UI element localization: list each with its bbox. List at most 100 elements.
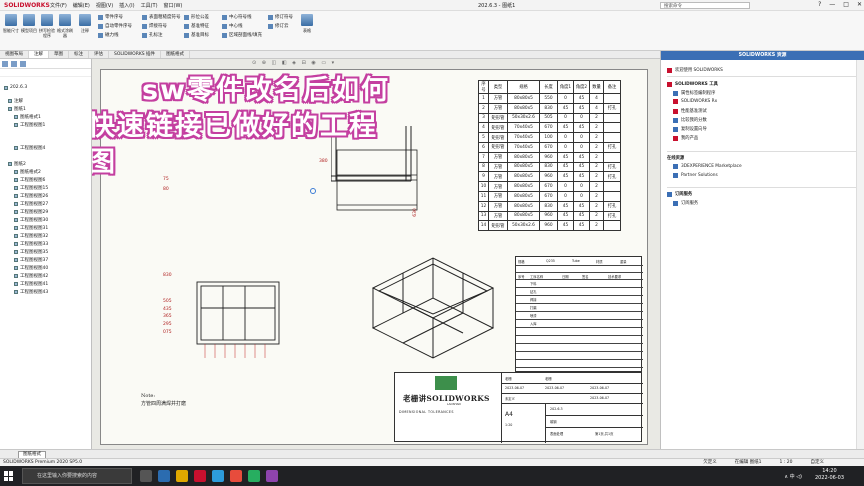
- dim-side-435[interactable]: 435: [163, 307, 172, 312]
- tree-item-view35[interactable]: 工程图视图35: [14, 249, 48, 255]
- tree-item-view40[interactable]: 工程图视图40: [14, 265, 48, 271]
- dim-side-365[interactable]: 365: [163, 314, 172, 319]
- graphics-area[interactable]: ⊙ ⊕ ◫ ◧ ◈ ⊟ ◉ ▭ ▾ 75 80 380 630 830 505 …: [92, 59, 660, 449]
- cut-list-table[interactable]: 序号 类型 规格 长度 角度1 角度2 数量 备注 1 方管 80x80x5 550 0…: [478, 80, 621, 232]
- balloon-button[interactable]: 零件序号: [98, 13, 132, 22]
- format-painter-button[interactable]: 格式涂刷器: [56, 14, 74, 38]
- tables-button[interactable]: 表格: [298, 14, 316, 33]
- configuration-icon[interactable]: [20, 61, 26, 67]
- tab-markup[interactable]: 标注: [69, 51, 89, 58]
- menu-window[interactable]: 窗口(W): [164, 2, 183, 9]
- tree-item-view27[interactable]: 工程图视图27: [14, 201, 48, 207]
- tree-item-root[interactable]: 202.6.3: [4, 85, 27, 90]
- dim-front-right[interactable]: 630: [413, 208, 418, 217]
- minimize-icon[interactable]: —: [829, 1, 835, 8]
- app-icon[interactable]: [248, 470, 260, 482]
- note-button[interactable]: 注释: [76, 14, 94, 33]
- tab-view-layout[interactable]: 视图布局: [0, 51, 29, 58]
- system-tray[interactable]: ∧ 中 ◁): [784, 473, 802, 480]
- tree-item-view31[interactable]: 工程图视图31: [14, 225, 48, 231]
- taskbar-search-input[interactable]: 在这里输入你要搜索的内容: [22, 468, 132, 484]
- tree-item-annotations[interactable]: 注解: [8, 98, 23, 104]
- menu-file[interactable]: 文件(F): [50, 2, 67, 9]
- center-mark-button[interactable]: 中心符号线: [222, 13, 262, 22]
- centerline-button[interactable]: 中心线: [222, 22, 262, 31]
- dim-side-505[interactable]: 505: [163, 299, 172, 304]
- auto-balloon-button[interactable]: 自动零件序号: [98, 22, 132, 31]
- tree-item-view33[interactable]: 工程图视图33: [14, 241, 48, 247]
- tab-sheet-format[interactable]: 图纸格式: [161, 51, 191, 58]
- tree-item-view41[interactable]: 工程图视图41: [14, 281, 48, 287]
- title-block[interactable]: 老栅讲SOLIDWORKS LAOSHAN DIMENSIONAL TOLERA…: [394, 372, 643, 443]
- solidworks-taskbar-icon[interactable]: [194, 470, 206, 482]
- tree-item-view43[interactable]: 工程图视图43: [14, 289, 48, 295]
- tree-item-sheet-format2[interactable]: 图纸格式2: [14, 169, 41, 175]
- help-icon[interactable]: ?: [818, 1, 821, 8]
- tree-item-view1[interactable]: 工程图视图1: [14, 122, 45, 128]
- area-hatch-button[interactable]: 区域剖面线/填充: [222, 31, 262, 40]
- tp-compare-score[interactable]: 比较我的分数: [673, 117, 707, 123]
- menu-tools[interactable]: 工具(T): [141, 2, 158, 9]
- task-pane-tab-strip[interactable]: [856, 60, 864, 449]
- menu-insert[interactable]: 插入(I): [119, 2, 134, 9]
- revision-cloud-button[interactable]: 修订云: [268, 22, 293, 31]
- revision-symbol-button[interactable]: 修订符号: [268, 13, 293, 22]
- spell-checker-button[interactable]: 拼写检验程序: [38, 14, 56, 38]
- datum-feature-button[interactable]: 基准特征: [184, 22, 209, 31]
- edge-icon[interactable]: [158, 470, 170, 482]
- side-view[interactable]: [195, 280, 285, 370]
- surface-finish-button[interactable]: 表面粗糙度符号: [142, 13, 181, 22]
- file-explorer-icon[interactable]: [176, 470, 188, 482]
- menu-edit[interactable]: 编辑(E): [73, 2, 90, 9]
- app-icon[interactable]: [212, 470, 224, 482]
- property-manager-icon[interactable]: [11, 61, 17, 67]
- tree-filter[interactable]: [0, 69, 91, 77]
- dim-front-left-80[interactable]: 80: [163, 187, 169, 192]
- dim-side-295[interactable]: 295: [163, 322, 172, 327]
- tree-item-view15[interactable]: 工程图视图15: [14, 185, 48, 191]
- geometric-tolerance-button[interactable]: 形位公差: [184, 13, 209, 22]
- tree-item-view6[interactable]: 工程图视图6: [14, 177, 45, 183]
- dim-side-top[interactable]: 830: [163, 273, 172, 278]
- smart-dimension-button[interactable]: 智能尺寸: [2, 14, 20, 33]
- search-commands-input[interactable]: 搜索命令: [660, 2, 750, 9]
- tree-item-view29[interactable]: 工程图视图29: [14, 209, 48, 215]
- tab-addins[interactable]: SOLIDWORKS 插件: [109, 51, 162, 58]
- model-items-button[interactable]: 模型项目: [20, 14, 38, 33]
- heads-up-view-toolbar[interactable]: ⊙ ⊕ ◫ ◧ ◈ ⊟ ◉ ▭ ▾: [252, 60, 412, 68]
- datum-target-button[interactable]: 基准目标: [184, 31, 209, 40]
- task-view-icon[interactable]: [140, 470, 152, 482]
- tab-evaluate[interactable]: 评估: [89, 51, 109, 58]
- tree-item-view37[interactable]: 工程图视图37: [14, 257, 48, 263]
- tp-welcome[interactable]: 欢迎使用 SOLIDWORKS: [667, 67, 723, 73]
- dim-side-075[interactable]: 075: [163, 330, 172, 335]
- maximize-icon[interactable]: □: [843, 1, 849, 8]
- tab-sketch[interactable]: 草图: [49, 51, 69, 58]
- tp-subscription-services[interactable]: 订阅服务: [673, 200, 698, 206]
- tree-item-view4[interactable]: 工程图视图4: [14, 145, 45, 151]
- status-scale[interactable]: 1 : 20: [780, 459, 793, 466]
- windows-start-icon[interactable]: [4, 471, 14, 481]
- tree-item-view30[interactable]: 工程图视图30: [14, 217, 48, 223]
- status-units[interactable]: 自定义: [811, 459, 825, 466]
- drawing-note[interactable]: Note: 方管四周满焊并打磨: [141, 392, 186, 408]
- app-icon[interactable]: [266, 470, 278, 482]
- isometric-view[interactable]: [363, 248, 503, 368]
- tp-my-products[interactable]: 我的产品: [673, 135, 698, 141]
- magnetic-line-button[interactable]: 磁力线: [98, 31, 132, 40]
- close-icon[interactable]: ✕: [857, 1, 862, 8]
- weld-symbol-button[interactable]: 焊接符号: [142, 22, 181, 31]
- taskbar-clock[interactable]: 14:20 2022-06-03: [815, 468, 844, 482]
- menu-view[interactable]: 视图(V): [96, 2, 113, 9]
- tree-item-view32[interactable]: 工程图视图32: [14, 233, 48, 239]
- tree-item-sheet1[interactable]: 图纸1: [8, 106, 26, 112]
- tp-property-tab-builder[interactable]: 属性标签编制程序: [673, 90, 715, 96]
- tab-annotation[interactable]: 注解: [29, 51, 49, 58]
- tp-copy-settings[interactable]: 复制设置向导: [673, 126, 707, 132]
- tp-performance-benchmark[interactable]: 性能基准测试: [673, 108, 707, 114]
- tree-item-sheet-format1[interactable]: 图纸格式1: [14, 114, 41, 120]
- tp-partner-solutions[interactable]: Partner Solutions: [673, 173, 718, 178]
- hole-callout-button[interactable]: 孔标注: [142, 31, 181, 40]
- tp-solidworks-rx[interactable]: SOLIDWORKS Rx: [673, 99, 717, 104]
- tp-marketplace[interactable]: 3DEXPERIENCE Marketplace: [673, 164, 742, 169]
